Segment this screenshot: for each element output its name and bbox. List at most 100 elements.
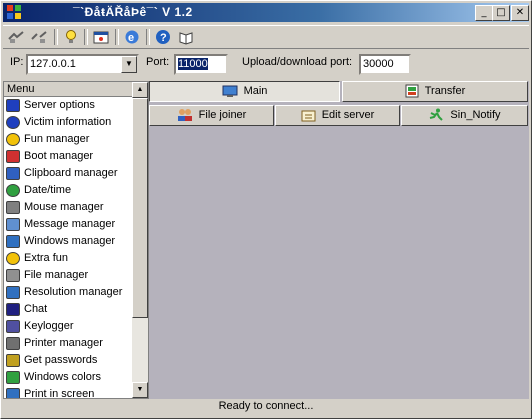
lightbulb-icon[interactable] <box>61 28 81 46</box>
menu-header: Menu <box>4 82 135 97</box>
menu-item-label: Keylogger <box>24 320 74 332</box>
tab-transfer[interactable]: Transfer <box>342 81 528 102</box>
scroll-thumb[interactable] <box>132 98 148 318</box>
menu-item-label: Boot manager <box>24 150 94 162</box>
keylogger-icon <box>6 320 20 333</box>
maximize-button[interactable]: □ <box>492 5 510 21</box>
screenshot-icon[interactable] <box>91 28 111 46</box>
port-input[interactable]: 11000 <box>174 54 228 75</box>
mouse-icon <box>6 201 20 214</box>
close-button[interactable]: ✕ <box>511 5 529 21</box>
updown-port-input[interactable]: 30000 <box>359 54 411 75</box>
tab-main[interactable]: Main <box>149 81 340 102</box>
menu-scrollbar[interactable]: ▲ ▼ <box>132 82 148 398</box>
menu-item[interactable]: Printer manager <box>4 335 148 352</box>
menu-item-label: Resolution manager <box>24 286 123 298</box>
menu-item[interactable]: Server options <box>4 97 148 114</box>
menu-item-label: Get passwords <box>24 354 98 366</box>
toolbar-separator <box>146 29 150 45</box>
help-icon[interactable]: ? <box>153 28 173 46</box>
menu-item[interactable]: Chat <box>4 301 148 318</box>
title-bar[interactable]: ¯`ÐåŧÄŘåÞê¯` V 1.2 _ □ ✕ <box>3 3 529 22</box>
menu-item[interactable]: Boot manager <box>4 148 148 165</box>
scroll-down-icon[interactable]: ▼ <box>132 382 148 398</box>
file-joiner-button[interactable]: File joiner <box>149 105 274 126</box>
edit-server-button[interactable]: Edit server <box>275 105 400 126</box>
menu-item[interactable]: Get passwords <box>4 352 148 369</box>
about-icon[interactable] <box>176 28 196 46</box>
updown-port-value: 30000 <box>363 58 394 70</box>
monitor-icon <box>6 286 20 299</box>
printer-icon <box>6 337 20 350</box>
menu-item-label: Printer manager <box>24 337 103 349</box>
app-window: ¯`ÐåŧÄŘåÞê¯` V 1.2 _ □ ✕ e ? IP: 127.0.0… <box>0 0 532 419</box>
port-value: 11000 <box>178 58 208 70</box>
menu-item[interactable]: Extra fun <box>4 250 148 267</box>
menu-item[interactable]: Windows colors <box>4 369 148 386</box>
key-icon <box>6 354 20 367</box>
info-icon <box>6 116 20 129</box>
menu-item[interactable]: Date/time <box>4 182 148 199</box>
status-bar: Ready to connect... <box>3 399 529 416</box>
menu-item[interactable]: Victim information <box>4 114 148 131</box>
colors-icon <box>6 371 20 384</box>
browser-icon[interactable]: e <box>122 28 142 46</box>
tab-transfer-label: Transfer <box>424 85 466 97</box>
menu-list: Server options Victim information Fun mana… <box>4 97 148 399</box>
menu-item[interactable]: Print in screen <box>4 386 148 399</box>
menu-item[interactable]: File manager <box>4 267 148 284</box>
server-options-icon <box>6 99 20 112</box>
menu-item[interactable]: Mouse manager <box>4 199 148 216</box>
toolbar-separator <box>115 29 119 45</box>
clock-icon <box>6 184 20 197</box>
menu-item[interactable]: Fun manager <box>4 131 148 148</box>
chevron-down-icon[interactable]: ▼ <box>121 56 137 73</box>
status-text: Ready to connect... <box>218 400 314 412</box>
svg-text:?: ? <box>160 32 167 44</box>
sin-notify-label: Sin_Notify <box>450 109 501 121</box>
edit-server-label: Edit server <box>321 109 375 121</box>
menu-panel: Menu Server options Victim information Fun… <box>3 81 149 399</box>
users-icon <box>177 109 192 122</box>
sin-notify-button[interactable]: Sin_Notify <box>401 105 528 126</box>
menu-item-label: Server options <box>24 99 95 111</box>
scroll-up-icon[interactable]: ▲ <box>132 82 148 98</box>
port-label: Port: <box>146 56 170 68</box>
main-tab-icon <box>222 85 238 97</box>
windows-logo-icon <box>7 5 21 19</box>
menu-item-label: Fun manager <box>24 133 90 145</box>
menu-item[interactable]: Resolution manager <box>4 284 148 301</box>
disconnect-icon[interactable] <box>29 28 49 46</box>
menu-item[interactable]: Message manager <box>4 216 148 233</box>
menu-item-label: Clipboard manager <box>24 167 118 179</box>
connect-icon[interactable] <box>6 28 26 46</box>
menu-item-label: Date/time <box>24 184 72 196</box>
tab-main-label: Main <box>243 85 268 97</box>
menu-item-label: Extra fun <box>24 252 69 264</box>
ip-combobox[interactable]: 127.0.0.1 ▼ <box>26 54 139 75</box>
menu-item-label: Windows colors <box>24 371 102 383</box>
menu-item-label: Print in screen <box>24 388 95 399</box>
edit-server-icon <box>301 110 316 122</box>
toolbar: e ? <box>3 25 529 49</box>
smiley-icon <box>6 133 20 146</box>
menu-item-label: Message manager <box>24 218 116 230</box>
toolbar-separator <box>84 29 88 45</box>
file-icon <box>6 269 20 282</box>
svg-text:e: e <box>128 32 134 44</box>
ip-label: IP: <box>10 56 24 68</box>
menu-item[interactable]: Keylogger <box>4 318 148 335</box>
boot-icon <box>6 150 20 163</box>
menu-item-label: Victim information <box>24 116 112 128</box>
toolbar-separator <box>54 29 58 45</box>
message-icon <box>6 218 20 231</box>
minimize-button[interactable]: _ <box>475 5 493 21</box>
ip-value: 127.0.0.1 <box>30 58 76 70</box>
menu-item-label: Mouse manager <box>24 201 104 213</box>
clipboard-icon <box>6 167 20 180</box>
menu-item[interactable]: Windows manager <box>4 233 148 250</box>
windows-icon <box>6 235 20 248</box>
menu-item-label: File manager <box>24 269 89 281</box>
main-content: Main Transfer File joiner Edit server Si… <box>149 81 529 399</box>
menu-item[interactable]: Clipboard manager <box>4 165 148 182</box>
